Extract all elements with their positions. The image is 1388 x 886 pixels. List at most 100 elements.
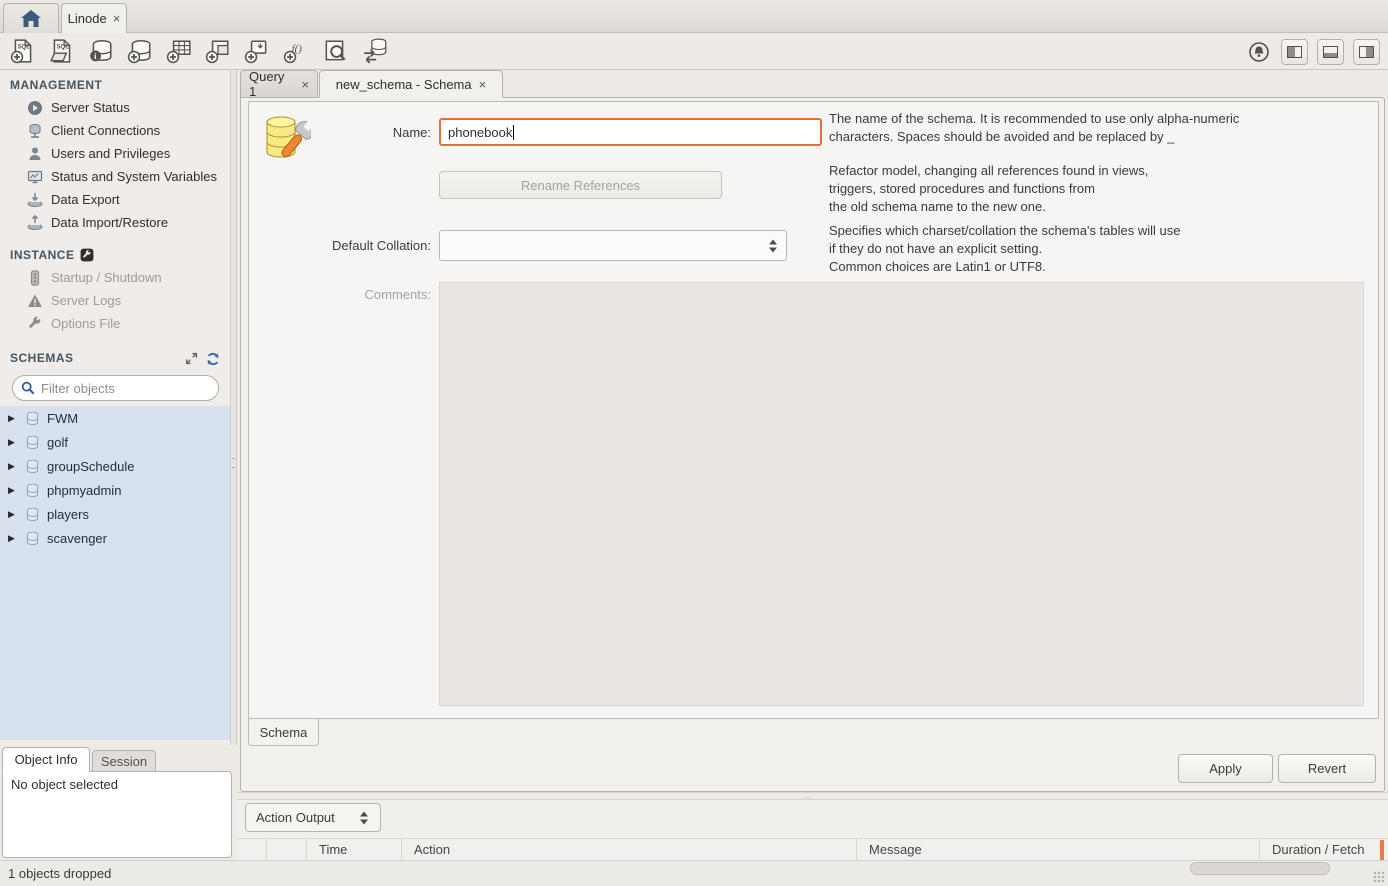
- refresh-schemas-icon[interactable]: [206, 352, 220, 366]
- schema-item-players[interactable]: ▶ players: [0, 502, 230, 526]
- spinner-arrows-icon: [360, 811, 368, 824]
- tab-query-1[interactable]: Query 1 ×: [240, 70, 318, 98]
- output-table-header: Time Action Message Duration / Fetch: [237, 838, 1388, 860]
- create-table-icon[interactable]: [165, 38, 192, 65]
- options-file-icon: [27, 316, 43, 332]
- sidebar-splitter[interactable]: [230, 70, 237, 745]
- connection-tab-label: Linode: [68, 11, 107, 26]
- search-data-icon[interactable]: [321, 38, 348, 65]
- create-function-icon[interactable]: f(): [282, 38, 309, 65]
- column-header-status[interactable]: [237, 839, 267, 860]
- expander-icon[interactable]: ▶: [8, 437, 18, 448]
- window-resize-grip[interactable]: [1373, 871, 1385, 883]
- schema-item-golf[interactable]: ▶ golf: [0, 430, 230, 454]
- sidebar-item-label: Client Connections: [51, 123, 160, 138]
- column-header-time[interactable]: Time: [307, 839, 402, 860]
- new-sql-file-icon[interactable]: SQL: [9, 38, 36, 65]
- sidebar-item-server-status[interactable]: Server Status: [0, 96, 230, 119]
- output-selector[interactable]: Action Output: [245, 803, 381, 832]
- schema-label: scavenger: [47, 531, 107, 546]
- sidebar-item-startup-shutdown[interactable]: Startup / Shutdown: [0, 266, 230, 289]
- column-header-index[interactable]: [267, 839, 307, 860]
- sync-database-icon[interactable]: [360, 38, 387, 65]
- expand-schemas-icon[interactable]: [185, 352, 198, 365]
- server-logs-icon: [27, 293, 43, 309]
- inspect-database-icon[interactable]: i: [87, 38, 114, 65]
- create-procedure-icon[interactable]: [243, 38, 270, 65]
- object-info-text: No object selected: [11, 777, 118, 792]
- toggle-bottom-panel-button[interactable]: [1317, 39, 1344, 65]
- tab-label: Schema: [260, 725, 308, 740]
- system-variables-icon: [27, 169, 43, 185]
- column-header-action[interactable]: Action: [402, 839, 857, 860]
- sidebar-item-label: Startup / Shutdown: [51, 270, 162, 285]
- schema-item-groupschedule[interactable]: ▶ groupSchedule: [0, 454, 230, 478]
- schemas-title: SCHEMAS: [10, 351, 74, 365]
- sidebar-item-users-privileges[interactable]: Users and Privileges: [0, 142, 230, 165]
- status-bar: 1 objects dropped: [0, 860, 1388, 886]
- tab-label: Object Info: [15, 752, 78, 767]
- toggle-bottom-panel-icon: [1323, 46, 1338, 58]
- toggle-right-panel-button[interactable]: [1353, 39, 1380, 65]
- sidebar-item-data-export[interactable]: Data Export: [0, 188, 230, 211]
- tab-session[interactable]: Session: [92, 750, 156, 772]
- status-text: 1 objects dropped: [8, 866, 111, 881]
- sidebar-item-server-logs[interactable]: Server Logs: [0, 289, 230, 312]
- home-tab[interactable]: [3, 3, 59, 33]
- column-header-duration[interactable]: Duration / Fetch: [1260, 839, 1388, 860]
- name-help-text: The name of the schema. It is recommende…: [829, 110, 1359, 146]
- sidebar-item-client-connections[interactable]: Client Connections: [0, 119, 230, 142]
- schema-item-fwm[interactable]: ▶ FWM: [0, 406, 230, 430]
- close-icon[interactable]: ×: [301, 78, 309, 91]
- client-connections-icon: [27, 123, 43, 139]
- tab-object-info[interactable]: Object Info: [2, 747, 90, 772]
- sidebar-item-options-file[interactable]: Options File: [0, 312, 230, 335]
- expander-icon[interactable]: ▶: [8, 485, 18, 496]
- expander-icon[interactable]: ▶: [8, 533, 18, 544]
- schemas-section-header: SCHEMAS: [0, 335, 230, 369]
- create-schema-icon[interactable]: [126, 38, 153, 65]
- sidebar-item-system-variables[interactable]: Status and System Variables: [0, 165, 230, 188]
- home-icon: [21, 10, 41, 27]
- connection-tab-linode[interactable]: Linode ×: [61, 3, 127, 33]
- schema-name-input[interactable]: phonebook: [439, 118, 822, 146]
- schema-item-phpmyadmin[interactable]: ▶ phpmyadmin: [0, 478, 230, 502]
- collation-help-text: Specifies which charset/collation the sc…: [829, 222, 1359, 277]
- rename-references-button[interactable]: Rename References: [439, 171, 722, 199]
- schema-list: ▶ FWM ▶ golf ▶ groupSchedule ▶ phpmyadmi…: [0, 406, 230, 740]
- horizontal-scrollbar-thumb[interactable]: [1190, 862, 1330, 875]
- default-collation-select[interactable]: [439, 230, 787, 261]
- tab-new-schema[interactable]: new_schema - Schema ×: [319, 70, 503, 98]
- expander-icon[interactable]: ▶: [8, 461, 18, 472]
- close-icon[interactable]: ×: [113, 12, 121, 25]
- revert-button[interactable]: Revert: [1278, 754, 1376, 783]
- output-splitter[interactable]: ⋯: [237, 792, 1388, 800]
- close-icon[interactable]: ×: [479, 78, 487, 91]
- expander-icon[interactable]: ▶: [8, 413, 18, 424]
- collation-label: Default Collation:: [289, 238, 431, 253]
- toolbar-left-group: SQL SQL i f(): [0, 38, 387, 65]
- name-label: Name:: [289, 125, 431, 140]
- schema-icon: [25, 411, 40, 426]
- schema-icon: [25, 483, 40, 498]
- schema-item-scavenger[interactable]: ▶ scavenger: [0, 526, 230, 550]
- mysql-workbench-window: Linode × SQL SQL i f() MANAGEMENT: [0, 0, 1388, 886]
- apply-button[interactable]: Apply: [1178, 754, 1273, 783]
- comments-textarea[interactable]: [439, 282, 1364, 706]
- toggle-left-panel-icon: [1287, 46, 1302, 58]
- column-header-message[interactable]: Message: [857, 839, 1260, 860]
- sidebar-item-data-import[interactable]: Data Import/Restore: [0, 211, 230, 234]
- data-import-icon: [27, 215, 43, 231]
- expander-icon[interactable]: ▶: [8, 509, 18, 520]
- toggle-left-panel-button[interactable]: [1281, 39, 1308, 65]
- schema-filter-input[interactable]: [41, 381, 201, 396]
- open-sql-file-icon[interactable]: SQL: [48, 38, 75, 65]
- tab-label: Session: [101, 754, 147, 769]
- tab-schema-bottom[interactable]: Schema: [248, 719, 319, 746]
- notifications-icon[interactable]: [1245, 38, 1272, 65]
- instance-wrench-icon: [80, 248, 94, 262]
- output-selector-label: Action Output: [256, 810, 335, 825]
- comments-label: Comments:: [289, 287, 431, 302]
- button-label: Apply: [1209, 761, 1242, 776]
- create-view-icon[interactable]: [204, 38, 231, 65]
